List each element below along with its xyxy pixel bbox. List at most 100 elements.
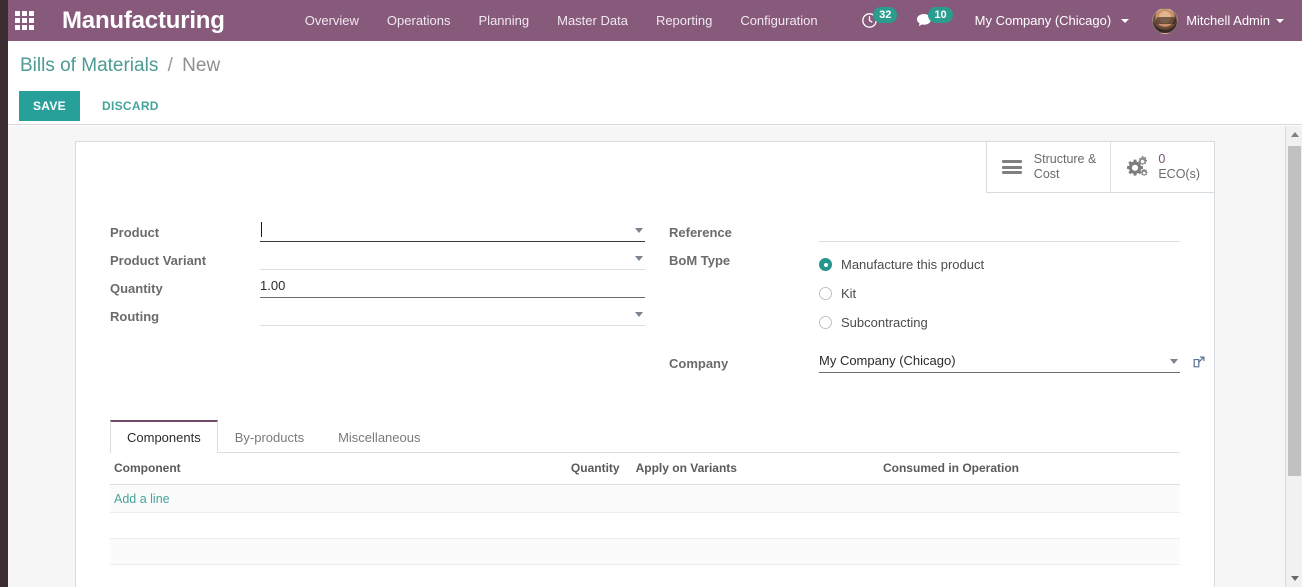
product-variant-label: Product Variant (110, 253, 207, 268)
bom-type-radio-group: Manufacture this product Kit Subcontract… (819, 248, 1180, 337)
vertical-scrollbar[interactable] (1285, 126, 1302, 587)
stat-button-ecos[interactable]: 0 ECO(s) (1110, 142, 1214, 192)
form-column-left: Product Product Variant Quantity 1.00 Ro… (110, 220, 645, 379)
routing-label: Routing (110, 309, 160, 324)
scroll-down-arrow[interactable] (1286, 570, 1302, 587)
breadcrumb-current: New (182, 55, 221, 76)
company-label: Company (669, 356, 729, 371)
app-brand-title[interactable]: Manufacturing (48, 0, 239, 41)
bom-type-option-subcontracting[interactable]: Subcontracting (819, 308, 1180, 337)
scrollbar-thumb[interactable] (1288, 146, 1301, 476)
form-sheet: Structure & Cost 0 ECO(s) Product Produc… (75, 141, 1215, 587)
stat-line-2: Cost (1033, 167, 1060, 181)
empty-cell (110, 512, 1180, 539)
tab-by-products[interactable]: By-products (218, 420, 321, 453)
user-menu[interactable]: Mitchell Admin (1138, 0, 1292, 41)
column-header-quantity[interactable]: Quantity (516, 453, 624, 485)
menu-item-planning[interactable]: Planning (465, 0, 544, 41)
product-label: Product (110, 225, 160, 240)
menu-item-master-data[interactable]: Master Data (543, 0, 642, 41)
components-table-head: Component Quantity Apply on Variants Con… (110, 453, 1180, 485)
tab-miscellaneous[interactable]: Miscellaneous (321, 420, 437, 453)
field-row-quantity: Quantity (110, 276, 645, 304)
stat-button-box: Structure & Cost 0 ECO(s) (985, 141, 1215, 193)
odoo-manufacturing-bom-form: Manufacturing Overview Operations Planni… (0, 0, 1302, 587)
product-variant-dropdown-toggle[interactable] (629, 250, 645, 268)
routing-input[interactable] (260, 304, 645, 326)
gears-icon (1123, 156, 1149, 178)
user-menu-label: Mitchell Admin (1186, 13, 1270, 28)
breadcrumb-separator: / (167, 55, 173, 76)
tab-components[interactable]: Components (110, 420, 218, 453)
quantity-label: Quantity (110, 281, 163, 296)
field-row-product-variant: Product Variant (110, 248, 645, 276)
reference-input[interactable] (819, 220, 1180, 242)
table-header-row: Component Quantity Apply on Variants Con… (110, 453, 1180, 485)
empty-cell (110, 538, 1180, 565)
breadcrumb-root-link[interactable]: Bills of Materials (20, 55, 158, 76)
company-switcher-label: My Company (Chicago) (974, 13, 1112, 28)
product-input[interactable] (260, 220, 645, 242)
control-panel: Bills of Materials / New SAVE DISCARD (8, 41, 1302, 125)
text-cursor (261, 222, 262, 237)
save-button[interactable]: SAVE (19, 91, 80, 121)
stat-button-structure-cost[interactable]: Structure & Cost (987, 142, 1111, 192)
reference-label: Reference (669, 225, 732, 240)
field-row-routing: Routing (110, 304, 645, 332)
components-table: Component Quantity Apply on Variants Con… (110, 453, 1180, 587)
navbar-right-tools: 32 10 My Company (Chicago) Mitchell Admi… (852, 0, 1302, 41)
bom-type-option-subcontracting-label: Subcontracting (841, 315, 928, 330)
chevron-down-icon (1121, 18, 1130, 23)
top-navbar: Manufacturing Overview Operations Planni… (0, 0, 1302, 41)
stat-button-ecos-label: 0 ECO(s) (1158, 152, 1200, 182)
stat-button-structure-cost-label: Structure & Cost (1034, 152, 1097, 182)
field-row-bom-type: BoM Type Manufacture this product Kit Su… (669, 248, 1180, 337)
bom-type-option-kit-label: Kit (841, 286, 857, 301)
record-action-buttons: SAVE DISCARD (19, 91, 171, 121)
field-row-product: Product (110, 220, 645, 248)
discard-button[interactable]: DISCARD (90, 91, 171, 121)
scroll-up-arrow[interactable] (1286, 126, 1302, 143)
product-dropdown-toggle[interactable] (629, 222, 645, 240)
form-scroll-area: Structure & Cost 0 ECO(s) Product Produc… (8, 126, 1302, 587)
bom-type-option-manufacture[interactable]: Manufacture this product (819, 250, 1180, 279)
column-header-apply-on-variants[interactable]: Apply on Variants (623, 453, 859, 485)
components-table-body: Add a line (110, 484, 1180, 587)
company-input[interactable] (819, 351, 1180, 373)
radio-selected-icon (819, 258, 832, 271)
bom-type-option-kit[interactable]: Kit (819, 279, 1180, 308)
routing-dropdown-toggle[interactable] (629, 306, 645, 324)
column-header-component[interactable]: Component (110, 453, 517, 485)
field-row-reference: Reference (669, 220, 1180, 248)
notebook: Components By-products Miscellaneous Com… (76, 419, 1214, 587)
breadcrumb: Bills of Materials / New (20, 55, 220, 77)
radio-unselected-icon (819, 287, 832, 300)
messages-menu-button[interactable]: 10 (906, 0, 961, 41)
empty-cell (110, 564, 1180, 587)
add-a-line-link[interactable]: Add a line (110, 492, 170, 506)
company-dropdown-toggle[interactable] (1164, 353, 1180, 371)
chevron-down-icon (1276, 18, 1284, 23)
radio-unselected-icon (819, 316, 832, 329)
company-switcher[interactable]: My Company (Chicago) (962, 0, 1139, 41)
menu-item-operations[interactable]: Operations (373, 0, 465, 41)
apps-grid-icon (14, 11, 34, 30)
product-variant-input[interactable] (260, 248, 645, 270)
menu-item-reporting[interactable]: Reporting (642, 0, 726, 41)
menu-item-configuration[interactable]: Configuration (726, 0, 831, 41)
empty-row (110, 564, 1180, 587)
messages-count-badge: 10 (928, 6, 953, 23)
add-line-row: Add a line (110, 484, 1180, 513)
field-row-company: Company (669, 351, 1205, 379)
activities-menu-button[interactable]: 32 (852, 0, 906, 41)
bom-type-label: BoM Type (669, 253, 731, 268)
left-edge-rail (0, 0, 8, 587)
add-line-cell: Add a line (110, 484, 1180, 513)
notebook-tabs: Components By-products Miscellaneous (110, 419, 1180, 453)
activities-count-badge: 32 (873, 6, 898, 23)
column-header-consumed-in-operation[interactable]: Consumed in Operation (858, 453, 1180, 485)
external-link-icon[interactable] (1192, 355, 1206, 369)
stat-line-1: Structure & (1033, 152, 1097, 166)
menu-item-overview[interactable]: Overview (291, 0, 373, 41)
quantity-input[interactable] (260, 276, 645, 298)
